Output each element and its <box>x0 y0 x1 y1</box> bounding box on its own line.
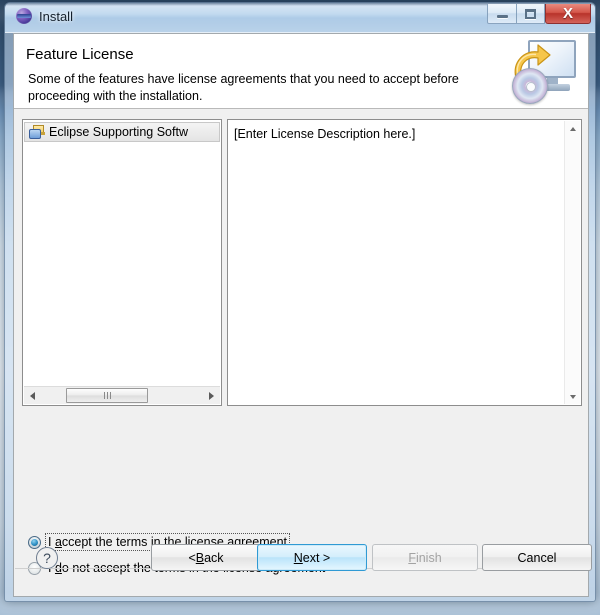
feature-list-horizontal-scrollbar[interactable] <box>24 386 220 404</box>
hscroll-track[interactable] <box>41 387 203 404</box>
list-item-label: Eclipse Supporting Softw <box>49 125 188 139</box>
list-item[interactable]: Eclipse Supporting Softw <box>24 122 220 142</box>
next-label-post: ext > <box>302 550 331 565</box>
install-monitor-disc-icon <box>504 38 580 104</box>
feature-list-panel[interactable]: Eclipse Supporting Softw <box>22 119 222 406</box>
scroll-down-icon[interactable] <box>565 389 580 404</box>
page-description: Some of the features have license agreem… <box>28 72 459 103</box>
next-mnemonic: N <box>293 550 303 565</box>
minimize-button[interactable] <box>487 4 516 24</box>
button-bar: ? < Back Next > Finish Cancel <box>14 532 592 596</box>
install-dialog-window: Install X Feature License Some of the fe… <box>4 2 596 602</box>
dialog-body: Eclipse Supporting Softw [Enter License … <box>14 109 592 596</box>
page-title: Feature License <box>26 46 134 63</box>
close-icon: X <box>562 5 573 22</box>
minimize-icon <box>496 15 508 18</box>
back-label-post: ack <box>204 550 224 565</box>
next-button[interactable]: Next > <box>257 544 367 571</box>
window-titlebar[interactable]: Install X <box>5 3 595 33</box>
dialog-header: Feature License Some of the features hav… <box>14 34 588 109</box>
close-button[interactable]: X <box>545 4 591 24</box>
back-label-pre: < <box>188 550 196 565</box>
maximize-button[interactable] <box>516 4 545 24</box>
license-vertical-scrollbar[interactable] <box>564 121 580 404</box>
feature-plugin-icon <box>29 124 45 140</box>
back-button[interactable]: < Back <box>151 544 261 571</box>
titlebar-left-group: Install <box>16 8 73 24</box>
hscroll-thumb[interactable] <box>66 388 148 403</box>
back-mnemonic: B <box>195 550 205 565</box>
license-description-text: [Enter License Description here.] <box>234 127 416 141</box>
window-controls: X <box>487 4 591 24</box>
license-text-panel[interactable]: [Enter License Description here.] <box>227 119 582 406</box>
maximize-icon <box>525 8 536 19</box>
help-button[interactable]: ? <box>36 547 58 569</box>
finish-label-post: inish <box>415 550 442 565</box>
eclipse-sphere-icon <box>16 8 32 24</box>
scroll-right-icon[interactable] <box>203 387 220 404</box>
window-title: Install <box>39 8 73 24</box>
scroll-up-icon[interactable] <box>565 121 580 136</box>
scroll-left-icon[interactable] <box>24 387 41 404</box>
cd-disc-icon <box>512 68 548 104</box>
finish-button: Finish <box>372 544 478 571</box>
finish-mnemonic: F <box>408 550 416 565</box>
cancel-button[interactable]: Cancel <box>482 544 592 571</box>
dialog-client-area: Feature License Some of the features hav… <box>13 33 592 597</box>
